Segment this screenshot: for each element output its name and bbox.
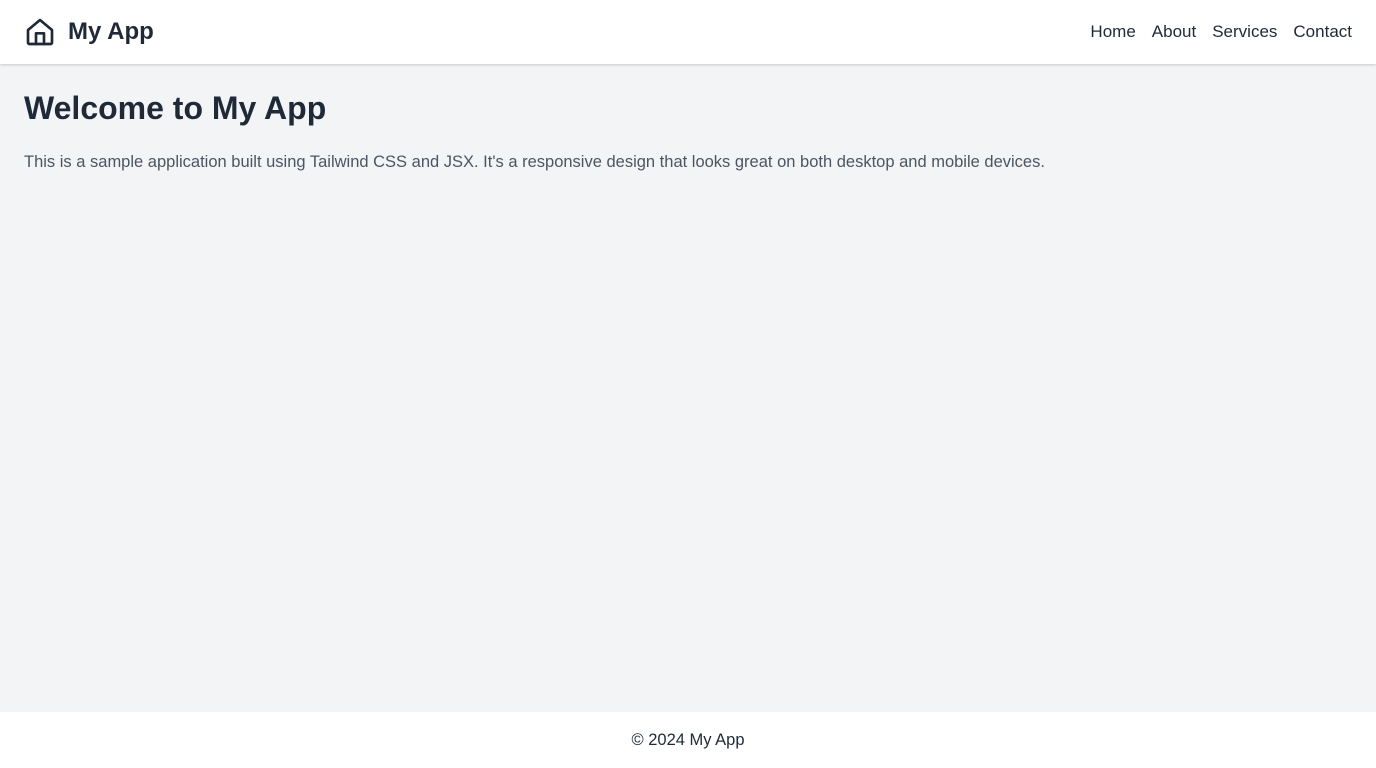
main-content: Welcome to My App This is a sample appli… (0, 64, 1376, 712)
page-description: This is a sample application built using… (24, 153, 1045, 171)
home-icon (24, 16, 56, 48)
nav-link-contact[interactable]: Contact (1293, 22, 1352, 42)
nav-link-home[interactable]: Home (1090, 22, 1135, 42)
nav-link-services[interactable]: Services (1212, 22, 1277, 42)
copyright-text: © 2024 My App (631, 730, 745, 749)
app-header: My App Home About Services Contact (0, 0, 1376, 64)
page-title: Welcome to My App (24, 90, 327, 126)
app-footer: © 2024 My App (0, 712, 1376, 768)
app-title: My App (68, 18, 154, 45)
main-nav: Home About Services Contact (1090, 22, 1352, 42)
nav-link-about[interactable]: About (1152, 22, 1196, 42)
brand[interactable]: My App (24, 16, 154, 48)
